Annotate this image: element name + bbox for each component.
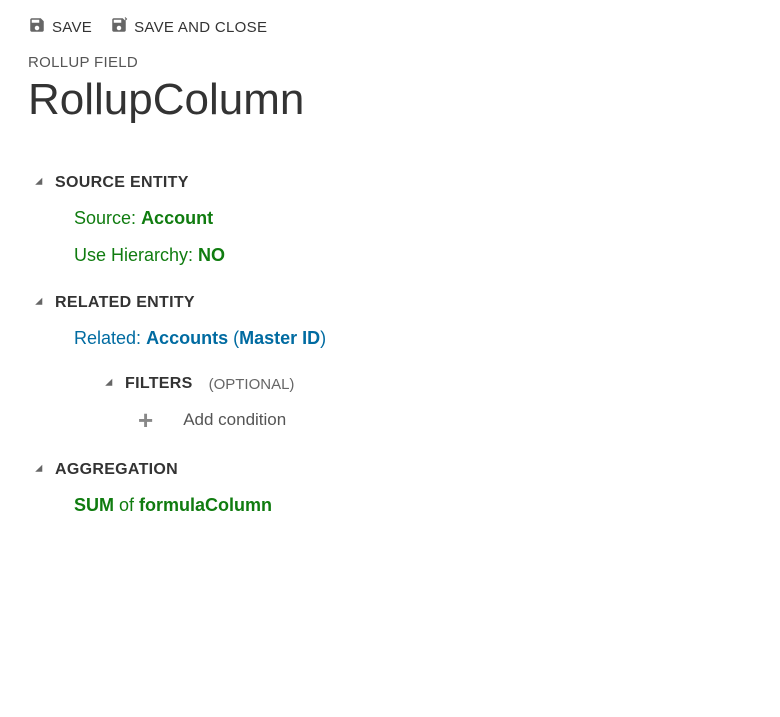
add-condition-label: Add condition: [183, 410, 286, 430]
save-and-close-icon: [110, 16, 128, 38]
save-button[interactable]: SAVE: [28, 16, 92, 38]
toolbar: SAVE SAVE AND CLOSE: [0, 0, 780, 46]
filters-title: FILTERS: [125, 375, 193, 393]
source-entity-title: SOURCE ENTITY: [55, 174, 189, 192]
caret-down-icon: [35, 178, 46, 189]
source-row[interactable]: Source: Account: [38, 208, 780, 229]
caret-down-icon: [35, 298, 46, 309]
section-source-entity: SOURCE ENTITY Source: Account Use Hierar…: [0, 174, 780, 266]
caret-down-icon: [35, 465, 46, 476]
caret-down-icon: [105, 379, 116, 390]
source-value: Account: [141, 208, 213, 228]
section-header-related-entity[interactable]: RELATED ENTITY: [38, 294, 780, 312]
aggregation-of: of: [119, 495, 134, 515]
related-paren-close: ): [320, 328, 326, 348]
section-related-entity: RELATED ENTITY Related: Accounts (Master…: [0, 294, 780, 433]
section-header-source-entity[interactable]: SOURCE ENTITY: [38, 174, 780, 192]
related-row[interactable]: Related: Accounts (Master ID): [38, 328, 780, 349]
use-hierarchy-row[interactable]: Use Hierarchy: NO: [38, 245, 780, 266]
plus-icon: +: [138, 407, 153, 433]
related-key: Master ID: [239, 328, 320, 348]
save-and-close-button[interactable]: SAVE AND CLOSE: [110, 16, 267, 38]
subsection-filters: FILTERS (OPTIONAL) + Add condition: [38, 375, 780, 433]
related-label: Related:: [74, 328, 141, 348]
filters-subtext: (OPTIONAL): [209, 376, 295, 393]
aggregation-function: SUM: [74, 495, 114, 515]
section-aggregation: AGGREGATION SUM of formulaColumn: [0, 461, 780, 516]
breadcrumb: ROLLUP FIELD: [0, 46, 780, 71]
aggregation-row[interactable]: SUM of formulaColumn: [38, 495, 780, 516]
section-header-aggregation[interactable]: AGGREGATION: [38, 461, 780, 479]
source-label: Source:: [74, 208, 136, 228]
aggregation-column: formulaColumn: [139, 495, 272, 515]
page-title: RollupColumn: [0, 71, 780, 146]
save-icon: [28, 16, 46, 38]
related-entity-title: RELATED ENTITY: [55, 294, 195, 312]
aggregation-title: AGGREGATION: [55, 461, 178, 479]
section-header-filters[interactable]: FILTERS (OPTIONAL): [108, 375, 780, 393]
save-label: SAVE: [52, 19, 92, 36]
save-and-close-label: SAVE AND CLOSE: [134, 19, 267, 36]
add-condition-button[interactable]: + Add condition: [108, 407, 780, 433]
hierarchy-label: Use Hierarchy:: [74, 245, 193, 265]
related-value: Accounts: [146, 328, 228, 348]
hierarchy-value: NO: [198, 245, 225, 265]
